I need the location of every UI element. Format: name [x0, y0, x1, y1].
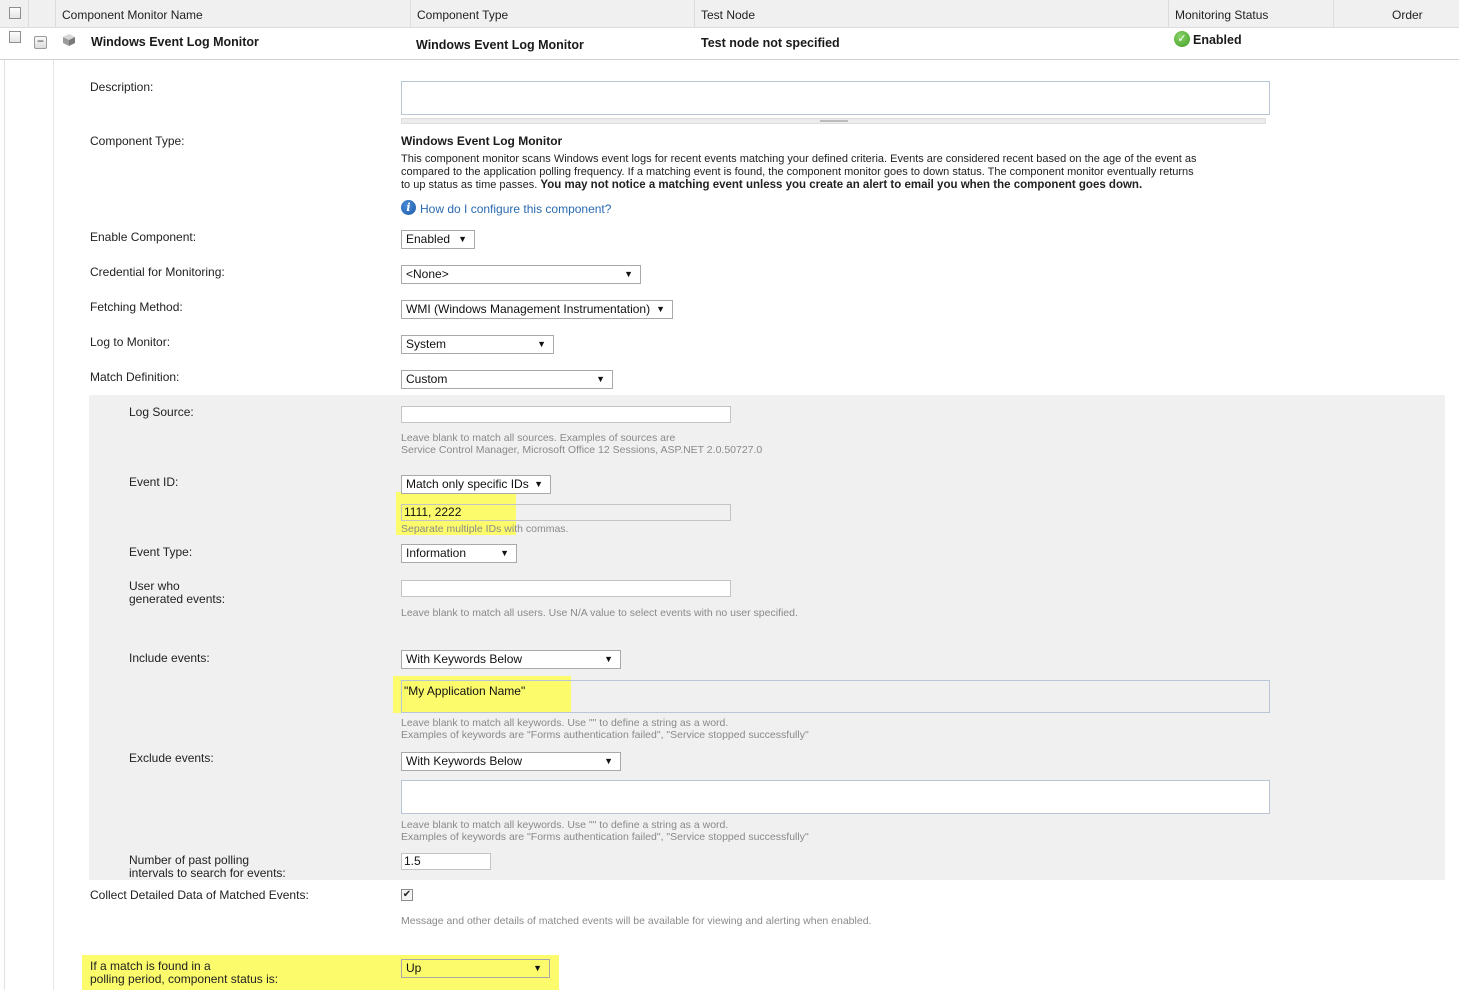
monitoring-status: Enabled: [1193, 33, 1242, 47]
match-definition-label: Match Definition:: [90, 370, 180, 384]
collect-detailed-checkbox[interactable]: ✔: [401, 889, 413, 901]
row-checkbox[interactable]: [9, 31, 21, 43]
match-status-select[interactable]: Up ▼: [401, 959, 550, 978]
enable-component-select[interactable]: Enabled ▼: [401, 230, 475, 249]
description-label: Description:: [90, 80, 154, 94]
event-id-mode-select[interactable]: Match only specific IDs ▼: [401, 475, 551, 494]
polling-intervals-input[interactable]: 1.5: [401, 853, 491, 870]
include-keywords-hint: Leave blank to match all keywords. Use "…: [401, 717, 809, 741]
enable-component-label: Enable Component:: [90, 230, 197, 244]
include-events-select[interactable]: With Keywords Below ▼: [401, 650, 621, 669]
test-node: Test node not specified: [701, 36, 840, 50]
user-input[interactable]: [401, 580, 731, 597]
exclude-events-select[interactable]: With Keywords Below ▼: [401, 752, 621, 771]
credential-select[interactable]: <None> ▼: [401, 265, 641, 284]
help-configure-link[interactable]: How do I configure this component?: [420, 202, 611, 216]
collapse-icon[interactable]: −: [34, 35, 47, 49]
header-component-monitor-name[interactable]: Component Monitor Name: [55, 0, 410, 28]
component-name: Windows Event Log Monitor: [91, 35, 259, 49]
exclude-keywords-field[interactable]: [401, 780, 1270, 814]
log-source-hint: Leave blank to match all sources. Exampl…: [401, 432, 763, 456]
description-field[interactable]: [401, 81, 1270, 115]
header-spacer: [28, 0, 55, 28]
dropdown-arrow-icon: ▼: [624, 269, 633, 279]
info-icon: i: [401, 200, 416, 215]
event-id-hint: Separate multiple IDs with commas.: [401, 523, 569, 535]
collect-detailed-label: Collect Detailed Data of Matched Events:: [90, 888, 309, 902]
event-type-select[interactable]: Information ▼: [401, 544, 517, 563]
component-type: Windows Event Log Monitor: [416, 38, 584, 52]
dropdown-arrow-icon: ▼: [534, 479, 543, 489]
include-keywords-field[interactable]: "My Application Name": [401, 680, 1270, 713]
dropdown-arrow-icon: ▼: [458, 234, 467, 244]
exclude-events-label: Exclude events:: [129, 751, 214, 765]
header-test-node[interactable]: Test Node: [694, 0, 1168, 28]
log-to-monitor-select[interactable]: System ▼: [401, 335, 554, 354]
grid-header: Component Monitor Name Component Type Te…: [0, 0, 1459, 28]
header-order[interactable]: Order: [1333, 0, 1459, 28]
dropdown-arrow-icon: ▼: [604, 654, 613, 664]
event-type-label: Event Type:: [129, 545, 193, 559]
credential-label: Credential for Monitoring:: [90, 265, 225, 279]
component-type-description: This component monitor scans Windows eve…: [401, 153, 1197, 191]
component-type-label: Component Type:: [90, 134, 185, 148]
log-source-label: Log Source:: [129, 405, 194, 419]
fetching-method-select[interactable]: WMI (Windows Management Instrumentation)…: [401, 300, 673, 319]
event-id-input[interactable]: 1111, 2222: [401, 504, 731, 521]
fetching-method-label: Fetching Method:: [90, 300, 183, 314]
header-component-type[interactable]: Component Type: [410, 0, 694, 28]
dropdown-arrow-icon: ▼: [500, 548, 509, 558]
dropdown-arrow-icon: ▼: [604, 756, 613, 766]
event-id-label: Event ID:: [129, 475, 179, 489]
include-events-label: Include events:: [129, 651, 210, 665]
log-to-monitor-label: Log to Monitor:: [90, 335, 171, 349]
left-border: [4, 60, 5, 990]
header-monitoring-status[interactable]: Monitoring Status: [1168, 0, 1333, 28]
dropdown-arrow-icon: ▼: [596, 374, 605, 384]
dropdown-arrow-icon: ▼: [656, 304, 665, 314]
collect-detailed-hint: Message and other details of matched eve…: [401, 915, 872, 927]
dropdown-arrow-icon: ▼: [537, 339, 546, 349]
user-hint: Leave blank to match all users. Use N/A …: [401, 607, 798, 619]
description-resize-handle[interactable]: [401, 118, 1266, 124]
component-type-title: Windows Event Log Monitor: [401, 134, 563, 148]
exclude-keywords-hint: Leave blank to match all keywords. Use "…: [401, 819, 809, 843]
dropdown-arrow-icon: ▼: [533, 963, 542, 973]
match-definition-select[interactable]: Custom ▼: [401, 370, 613, 389]
match-status-label: If a match is found in a polling period,…: [90, 959, 279, 986]
log-source-input[interactable]: [401, 406, 731, 423]
user-label: User who generated events:: [129, 579, 226, 606]
component-monitor-icon: [63, 34, 75, 46]
enabled-check-icon: ✓: [1174, 31, 1190, 47]
polling-intervals-label: Number of past polling intervals to sear…: [129, 853, 286, 880]
select-all-checkbox[interactable]: [9, 7, 21, 19]
